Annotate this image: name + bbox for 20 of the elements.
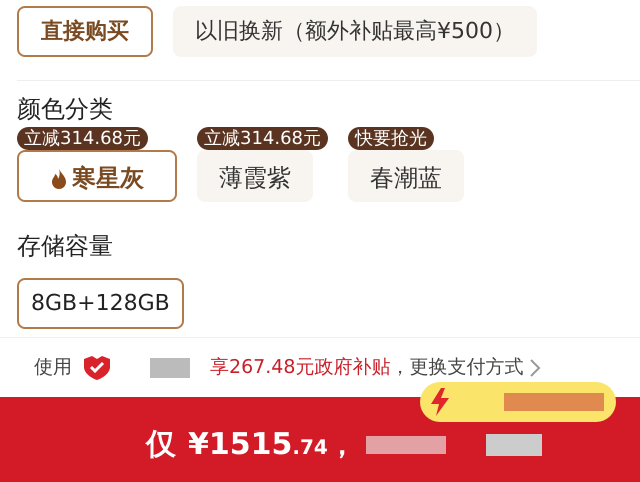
buy-now-button[interactable]: 仅 ¥1515.74， [146,422,356,467]
color-option[interactable]: 春潮蓝 [348,150,464,202]
chevron-right-icon[interactable] [529,358,542,378]
lightning-icon [428,387,452,417]
color-option[interactable]: 薄霞紫 [197,150,313,202]
discount-badge: 立减314.68元 [197,127,328,150]
purchase-mode-button[interactable]: 直接购买 [17,6,153,57]
purchase-mode-button[interactable]: 以旧换新（额外补贴最高¥500） [173,6,537,57]
discount-badge: 立减314.68元 [17,127,148,150]
notice-text: ，更换支付方式 [390,355,524,380]
section-title: 颜色分类 [17,94,114,125]
notice-text: 使用 [34,355,72,380]
shield-check-icon [82,354,112,380]
color-option[interactable]: 寒星灰 [17,150,177,202]
redacted-block [150,358,190,378]
section-title: 存储容量 [17,231,114,262]
subsidy-text: 享267.48元政府补贴 [210,355,390,380]
discount-badge: 快要抢光 [348,127,434,150]
storage-option[interactable]: 8GB+128GB [17,278,184,329]
redacted-block [486,434,542,456]
